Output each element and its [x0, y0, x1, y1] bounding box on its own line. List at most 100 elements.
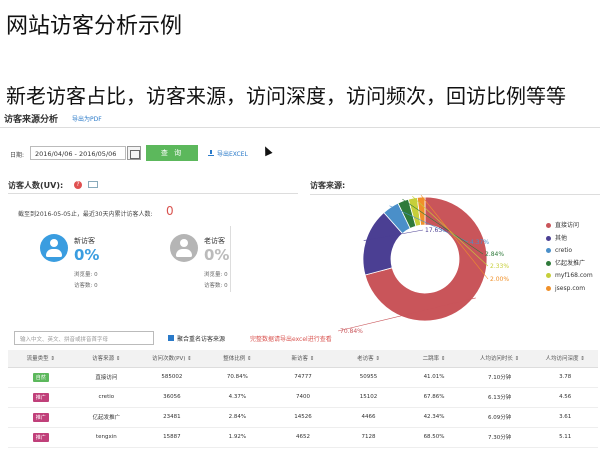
help-icon[interactable]: ? — [74, 181, 82, 189]
donut-leader-line — [402, 198, 484, 255]
table-cell: 70.84% — [204, 367, 271, 388]
legend-label: myf168.com — [555, 272, 593, 280]
donut-data-label: 2.84% — [485, 251, 504, 258]
export-pdf-link[interactable]: 导出为PDF — [72, 114, 102, 123]
slide-subtitle: 新老访客占比，访客来源，访问深度，访问频次，回访比例等等 — [6, 84, 566, 108]
legend-swatch — [546, 223, 551, 228]
date-label: 日期: — [10, 152, 25, 159]
table-cell: 3.78 — [532, 367, 598, 388]
column-header[interactable]: 访客来源 ⇕ — [73, 350, 140, 368]
old-visitor-label: 老访客 — [204, 237, 225, 245]
panel-title: 访客来源分析 — [4, 115, 59, 125]
legend-item[interactable]: jsesp.com — [546, 285, 593, 298]
table-cell: 3.61 — [532, 407, 598, 428]
merge-checkbox[interactable] — [168, 335, 174, 341]
donut-label-layer: 70.84%17.63%4.37%2.84%2.33%2.00% — [337, 194, 509, 335]
legend-label: 其他 — [555, 234, 568, 242]
old-visitor-card: 老访客 0% 浏览量: 0 访客数: 0 — [170, 234, 280, 294]
table-row[interactable]: 自然 直接访问 585002 70.84% 74777 50955 41.01% 7.10分钟… — [8, 367, 598, 388]
export-excel-link[interactable]: 导出EXCEL — [208, 149, 248, 158]
new-visitor-label: 新访客 — [74, 237, 95, 245]
traffic-type-badge: 自然 — [32, 372, 49, 382]
visitor-total-notice: 截至到2016-05-05止，最近30天内累计访客人数: — [18, 211, 153, 218]
traffic-type-badge: 推广 — [32, 392, 49, 402]
user-avatar-icon — [40, 234, 68, 262]
donut-data-label: 2.33% — [490, 263, 509, 270]
slide-title: 网站访客分析示例 — [6, 14, 183, 39]
table-cell: 14526 — [270, 407, 336, 428]
visitors-header: 访客人数(UV): ? — [8, 180, 298, 194]
column-header[interactable]: 人均访问深度 ⇕ — [532, 350, 598, 368]
visitors-title: 访客人数(UV): — [8, 181, 64, 190]
legend-label: jsesp.com — [555, 284, 586, 292]
table-cell: 50955 — [335, 367, 402, 388]
new-visitor-views: 浏览量: 0 — [74, 272, 98, 278]
panel-header: 访客来源分析 导出为PDF — [0, 108, 600, 128]
query-button[interactable]: 查 询 — [146, 145, 198, 161]
table-cell: 42.34% — [401, 407, 467, 428]
table-row[interactable]: 推广 亿起发推广 23481 2.84% 14526 4466 42.34% 6.09分钟 3.… — [8, 407, 598, 428]
table-cell: 推广 — [8, 427, 74, 448]
column-header[interactable]: 访问次数(PV) ⇕ — [139, 350, 205, 368]
table-cell: 7.30分钟 — [466, 427, 533, 448]
table-cell: 6.09分钟 — [466, 407, 533, 428]
merge-label: 聚合重名访客来源 — [177, 336, 226, 343]
table-cell: 23481 — [139, 407, 205, 428]
divider — [230, 226, 231, 292]
table-cell: 74777 — [270, 367, 336, 388]
column-header[interactable]: 新访客 ⇕ — [270, 350, 336, 368]
user-avatar-icon — [170, 234, 198, 262]
table-cell: 6.13分钟 — [466, 387, 533, 408]
table-cell: 4.56 — [532, 387, 598, 408]
export-excel-label: 导出EXCEL — [217, 151, 248, 158]
table-cell: 4.37% — [204, 387, 271, 408]
calendar-icon[interactable] — [127, 146, 141, 160]
column-header[interactable]: 二跳率 ⇕ — [401, 350, 467, 368]
table-row[interactable]: 推广 tengxin 15887 1.92% 4652 7128 68.50% 7.30分钟 5… — [8, 427, 598, 448]
table-cell: 推广 — [8, 407, 74, 428]
chart-toggle-icon[interactable] — [88, 181, 98, 188]
table-cell: 15102 — [335, 387, 402, 408]
mouse-cursor-icon — [261, 144, 273, 157]
source-table: 流量类型 ⇕ 访客来源 ⇕ 访问次数(PV) ⇕ 整体比例 ⇕ 新访客 ⇕ 老访客 ⇕ 二跳… — [8, 350, 598, 448]
donut-leader-line — [363, 229, 424, 241]
legend-item[interactable]: 其他 — [546, 235, 593, 248]
legend-item[interactable]: cretio — [546, 247, 593, 260]
table-cell: 推广 — [8, 387, 74, 408]
old-visitor-pct: 0% — [204, 246, 230, 264]
visitor-source-panel: 访客来源分析 导出为PDF 日期: 2016/04/06 - 2016/05/0… — [0, 108, 600, 450]
source-filter-input[interactable]: 输入中文、英文、拼音或拼音首字母 — [14, 331, 154, 345]
new-visitor-pct: 0% — [74, 246, 100, 264]
excel-hint: 完整数据请导出excel进行查看 — [250, 336, 332, 343]
table-cell: 67.86% — [401, 387, 467, 408]
date-range-input[interactable]: 2016/04/06 - 2016/05/06 — [30, 146, 126, 160]
new-visitor-count: 访客数: 0 — [74, 283, 98, 289]
donut-leader-line — [412, 196, 489, 267]
legend-item[interactable]: myf168.com — [546, 272, 593, 285]
table-cell: 2.84% — [204, 407, 271, 428]
legend-item[interactable]: 直接访问 — [546, 222, 593, 235]
legend-label: 直接访问 — [555, 222, 580, 229]
traffic-type-badge: 推广 — [32, 432, 49, 442]
table-cell: 7128 — [335, 427, 402, 448]
table-header-row: 流量类型 ⇕ 访客来源 ⇕ 访问次数(PV) ⇕ 整体比例 ⇕ 新访客 ⇕ 老访客 ⇕ 二跳… — [8, 350, 598, 368]
legend-swatch — [546, 248, 551, 254]
column-header[interactable]: 整体比例 ⇕ — [204, 350, 271, 368]
column-header[interactable]: 人均访问时长 ⇕ — [466, 350, 533, 368]
legend-swatch — [546, 260, 551, 266]
table-cell: cretio — [73, 387, 140, 408]
table-row[interactable]: 推广 cretio 36056 4.37% 7400 15102 67.86% 6.13分钟 4… — [8, 387, 598, 408]
donut-data-label: 2.00% — [490, 276, 509, 283]
legend-swatch — [546, 285, 551, 291]
column-header[interactable]: 流量类型 ⇕ — [8, 350, 74, 368]
old-visitor-views: 浏览量: 0 — [204, 272, 228, 278]
legend-item[interactable]: 亿起发推广 — [546, 260, 593, 273]
legend-label: 亿起发推广 — [555, 259, 586, 267]
data-table-area: 输入中文、英文、拼音或拼音首字母 聚合重名访客来源 完整数据请导出excel进行… — [0, 326, 600, 450]
chart-legend: 直接访问其他 cretio 亿起发推广 myf168.com jsesp.com — [546, 222, 593, 298]
table-cell: 亿起发推广 — [73, 407, 140, 428]
column-header[interactable]: 老访客 ⇕ — [335, 350, 402, 368]
new-visitor-card: 新访客 0% 浏览量: 0 访客数: 0 — [40, 234, 150, 294]
table-cell: 直接访问 — [73, 367, 140, 388]
table-cell: 7400 — [270, 387, 336, 408]
